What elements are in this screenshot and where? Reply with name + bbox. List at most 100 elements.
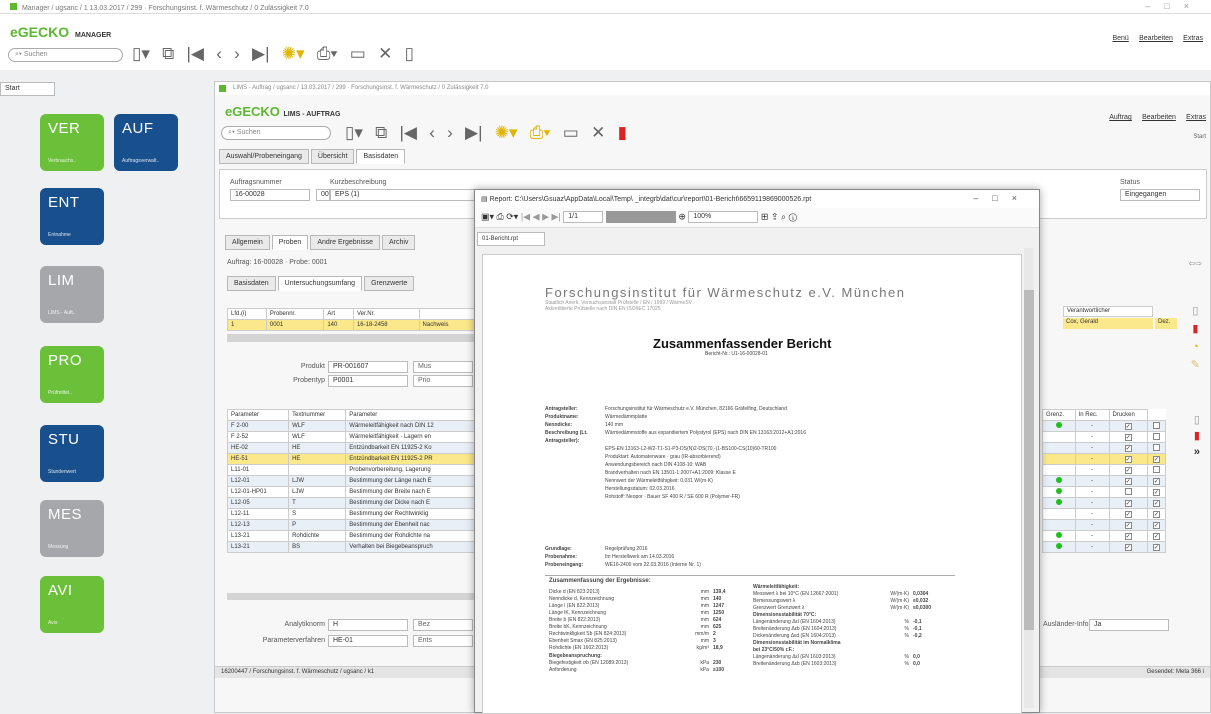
in-rec-checkbox[interactable] bbox=[1124, 487, 1132, 495]
window-controls[interactable]: –□× bbox=[973, 193, 1031, 203]
col-parameter[interactable]: Parameter bbox=[226, 409, 290, 421]
window-controls[interactable]: –□× bbox=[1145, 1, 1203, 11]
tile-ver[interactable]: VER Verbrauchs.. bbox=[40, 114, 104, 171]
info-icon[interactable]: ⓘ bbox=[789, 211, 797, 221]
drucken-checkbox[interactable]: ✓ bbox=[1152, 543, 1160, 551]
copy-icon[interactable]: ⧉ bbox=[162, 44, 174, 64]
table-row[interactable]: - ✓ ✓ bbox=[1042, 541, 1167, 553]
tab-andre-ergebnisse[interactable]: Andre Ergebnisse bbox=[310, 235, 380, 250]
page-number-field[interactable]: 1/1 bbox=[563, 211, 604, 223]
col-grenz[interactable]: Grenz. bbox=[1042, 409, 1076, 421]
drucken-cell[interactable]: ✓ bbox=[1146, 475, 1167, 487]
tab-allgemein[interactable]: Allgemein bbox=[225, 235, 270, 250]
probentyp-field[interactable]: P0001 bbox=[328, 375, 408, 387]
table-row[interactable]: - ✓ ✓ bbox=[1042, 530, 1167, 542]
col-parameter-name[interactable]: Parameter bbox=[345, 409, 477, 421]
auftragsnummer-field[interactable]: 16-00028 bbox=[230, 189, 310, 201]
table-row[interactable]: - ✓ ✓ bbox=[1042, 475, 1167, 487]
drucken-cell[interactable]: ✓ bbox=[1146, 486, 1167, 498]
first-record-icon[interactable]: |◀ bbox=[400, 123, 418, 143]
menu-bearbeiten-lims[interactable]: Bearbeiten bbox=[1142, 114, 1176, 121]
table-row[interactable]: F 2-52 WLF Wärmeleitfähigkeit · Lagern en bbox=[226, 431, 477, 443]
table-row[interactable]: L12-01-HP01 LJW Bestimmung der Breite nach… bbox=[226, 486, 477, 498]
in-rec-checkbox-cell[interactable]: ✓ bbox=[1108, 420, 1148, 432]
refresh-icon[interactable]: ◔ bbox=[1191, 338, 1200, 356]
table-row[interactable]: L12-13 P Bestimmung der Ebenheit nac bbox=[226, 519, 477, 531]
report-tab[interactable]: 01-Bericht.rpt bbox=[477, 232, 545, 246]
zoom-slider[interactable] bbox=[605, 211, 676, 223]
in-rec-checkbox-cell[interactable]: ✓ bbox=[1108, 453, 1148, 465]
auslaender-info-select[interactable]: Ja bbox=[1089, 619, 1169, 631]
table-row[interactable]: HE-51 HE Entzündbarkeit EN 11925-2 PR bbox=[226, 453, 477, 465]
trash-icon[interactable]: ▮ bbox=[1191, 320, 1200, 338]
in-rec-checkbox[interactable]: ✓ bbox=[1124, 433, 1132, 441]
parameterverfahren-field[interactable]: HE-01 bbox=[328, 635, 408, 647]
tab-basisdaten[interactable]: Basisdaten bbox=[356, 149, 406, 164]
drucken-cell[interactable] bbox=[1146, 420, 1167, 432]
search-icon[interactable]: ⌕ bbox=[781, 211, 786, 221]
in-rec-checkbox[interactable]: ✓ bbox=[1124, 444, 1132, 452]
kurz-num-field[interactable]: 000 bbox=[316, 189, 330, 201]
trash-icon[interactable]: ▮ bbox=[618, 123, 627, 143]
table-row[interactable]: - ✓ ✓ bbox=[1042, 497, 1167, 509]
col-art[interactable]: Art bbox=[323, 308, 354, 320]
menu-extras-lims[interactable]: Extras bbox=[1186, 114, 1206, 121]
tab-start[interactable]: Start bbox=[0, 82, 55, 96]
parameterverfahren-side-field[interactable]: Ents bbox=[413, 635, 473, 647]
drucken-checkbox[interactable]: ✓ bbox=[1152, 532, 1160, 540]
drucken-checkbox[interactable]: ✓ bbox=[1152, 488, 1160, 496]
menu-bearbeiten[interactable]: Bearbeiten bbox=[1139, 35, 1173, 42]
save-icon[interactable]: ▣▾ bbox=[481, 211, 494, 221]
last-record-icon[interactable]: ▶| bbox=[465, 123, 483, 143]
next-record-icon[interactable]: › bbox=[234, 44, 240, 64]
in-rec-checkbox[interactable]: ✓ bbox=[1124, 466, 1132, 474]
prev-page-icon[interactable]: ◀ bbox=[533, 211, 540, 221]
refresh-icon[interactable]: ⟳▾ bbox=[506, 211, 518, 221]
parameter-scrollbar[interactable] bbox=[227, 593, 477, 600]
table-row[interactable]: L12-05 T Bestimmung der Dicke nach E bbox=[226, 497, 477, 509]
col-in-rec[interactable]: In Rec. bbox=[1074, 409, 1110, 421]
drucken-cell[interactable]: ✓ bbox=[1146, 541, 1167, 553]
in-rec-checkbox[interactable]: ✓ bbox=[1124, 499, 1132, 507]
produkt-side-field[interactable]: Mus bbox=[413, 361, 473, 373]
save-icon[interactable]: ▭ bbox=[350, 44, 366, 64]
delete-icon[interactable]: ✕ bbox=[591, 123, 605, 143]
drucken-checkbox[interactable]: ✓ bbox=[1152, 477, 1160, 485]
analytiknorm-side-field[interactable]: Bez bbox=[413, 619, 473, 631]
in-rec-checkbox-cell[interactable]: ✓ bbox=[1108, 442, 1148, 454]
export-icon[interactable]: ⇪ bbox=[771, 211, 779, 221]
drucken-checkbox[interactable]: ✓ bbox=[1152, 521, 1160, 529]
table-row[interactable]: 1 0001 140 16-18-2458 Nachweis bbox=[227, 319, 478, 331]
tab-uebersicht[interactable]: Übersicht bbox=[310, 149, 355, 164]
drucken-checkbox[interactable]: ✓ bbox=[1152, 455, 1160, 463]
next-record-icon[interactable]: › bbox=[447, 123, 453, 143]
table-row[interactable]: - ✓ bbox=[1042, 431, 1167, 443]
produkt-field[interactable]: PR-001607 bbox=[328, 361, 408, 373]
tile-ent[interactable]: ENT Entnahme bbox=[40, 188, 104, 245]
document-icon[interactable]: ▯ bbox=[1191, 302, 1200, 320]
table-row[interactable]: - ✓ bbox=[1042, 442, 1167, 454]
tab-archiv[interactable]: Archiv bbox=[381, 235, 416, 250]
table-row[interactable]: - ✓ bbox=[1042, 420, 1167, 432]
tab-basisdaten-probe[interactable]: Basisdaten bbox=[227, 276, 276, 291]
zoom-select[interactable]: 100% bbox=[688, 211, 759, 223]
table-row[interactable]: L11-01 Probenvorbereitung, Lagerung bbox=[226, 464, 477, 476]
col-vernr[interactable]: Ver.Nr. bbox=[352, 308, 420, 320]
drucken-checkbox[interactable] bbox=[1152, 465, 1160, 473]
table-row[interactable]: HE-02 HE Entzündbarkeit EN 11925-2 Ko bbox=[226, 442, 477, 454]
report-scrollbar[interactable] bbox=[1024, 248, 1034, 708]
delete-icon[interactable]: ✕ bbox=[378, 44, 392, 64]
nav-arrows-icon[interactable]: ⇦⇨ bbox=[1189, 259, 1202, 268]
new-document-icon[interactable]: ▯▾ bbox=[345, 123, 363, 143]
table-row[interactable]: L13-21 BS Verhalten bei Biegebeanspruch bbox=[226, 541, 477, 553]
fit-icon[interactable]: ⊞ bbox=[761, 211, 769, 221]
outer-search-input[interactable]: ⌕▾ Suchen bbox=[8, 48, 123, 62]
drucken-cell[interactable]: ✓ bbox=[1146, 497, 1167, 509]
tab-grenzwerte[interactable]: Grenzwerte bbox=[364, 276, 415, 291]
settings-gear-icon[interactable]: ✺▾ bbox=[282, 44, 305, 64]
first-record-icon[interactable]: |◀ bbox=[187, 44, 205, 64]
document-icon[interactable]: ▯ bbox=[1194, 412, 1200, 428]
in-rec-checkbox-cell[interactable]: ✓ bbox=[1108, 497, 1148, 509]
drucken-cell[interactable] bbox=[1146, 442, 1167, 454]
table-row[interactable]: L13-21 Rohdichte Bestimmung der Rohdichte … bbox=[226, 530, 477, 542]
